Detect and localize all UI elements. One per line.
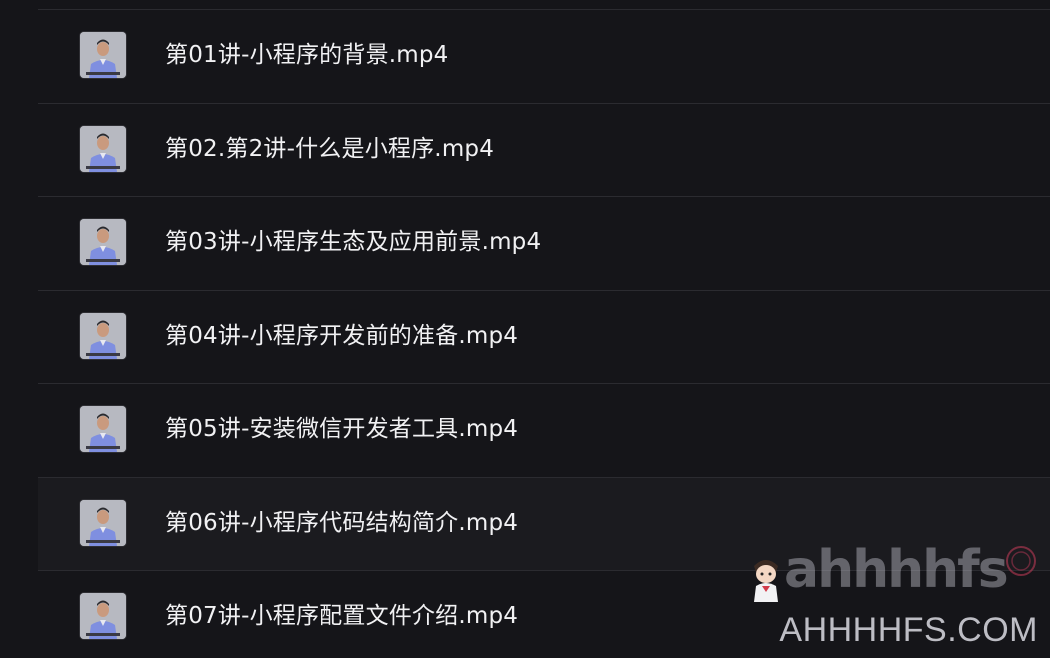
- video-thumbnail-icon: [80, 499, 126, 546]
- file-name: 第04讲-小程序开发前的准备.mp4: [165, 322, 519, 349]
- file-list-window: 第01讲-小程序的背景.mp4 第02.第2讲-什么是小程序.mp4 第03讲-…: [0, 0, 1050, 658]
- video-thumbnail-icon: [80, 406, 126, 452]
- file-row[interactable]: 第04讲-小程序开发前的准备.mp4: [38, 291, 1050, 384]
- file-name: 第01讲-小程序的背景.mp4: [165, 42, 449, 68]
- mascot-icon: [754, 560, 778, 602]
- video-thumbnail-icon: [80, 125, 126, 172]
- file-name: 第03讲-小程序生态及应用前景.mp4: [165, 229, 542, 255]
- file-name: 第07讲-小程序配置文件介绍.mp4: [165, 603, 519, 629]
- file-name: 第06讲-小程序代码结构简介.mp4: [165, 509, 519, 536]
- file-row[interactable]: 第03讲-小程序生态及应用前景.mp4: [38, 197, 1050, 291]
- file-row[interactable]: 第05讲-安装微信开发者工具.mp4: [38, 384, 1050, 478]
- video-thumbnail-icon: [80, 219, 126, 265]
- file-row[interactable]: 第02.第2讲-什么是小程序.mp4: [38, 104, 1050, 197]
- site-watermark: ahhhhfs AHHHHFS.COM: [738, 538, 1038, 650]
- stamp-icon: [1006, 546, 1036, 576]
- file-row[interactable]: 第01讲-小程序的背景.mp4: [38, 10, 1050, 104]
- video-thumbnail-icon: [80, 32, 126, 78]
- watermark-handle: ahhhhfs: [784, 540, 1009, 600]
- file-name: 第02.第2讲-什么是小程序.mp4: [165, 135, 495, 162]
- watermark-domain: AHHHHFS.COM: [779, 611, 1038, 649]
- video-thumbnail-icon: [80, 312, 126, 359]
- video-thumbnail-icon: [80, 593, 126, 639]
- file-name: 第05讲-安装微信开发者工具.mp4: [165, 416, 519, 442]
